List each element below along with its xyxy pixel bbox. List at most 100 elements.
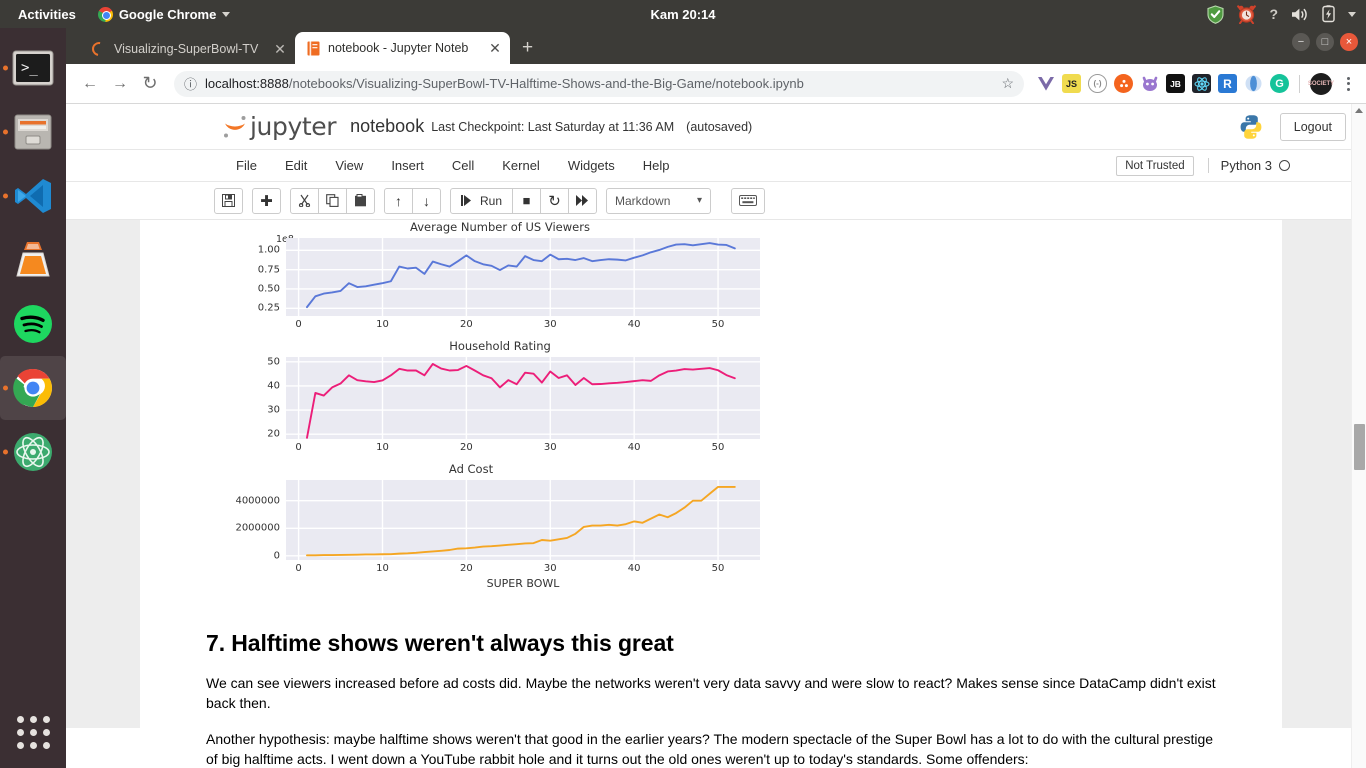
activities-button[interactable]: Activities [10, 7, 84, 22]
menu-insert[interactable]: Insert [377, 158, 438, 173]
y-tick-label: 0.25 [257, 302, 280, 314]
move-cell-up-button[interactable]: ↑ [384, 187, 413, 214]
jupyter-crescent-icon [222, 114, 248, 140]
chart-title: Ad Cost [448, 462, 494, 476]
x-tick-label: 10 [376, 442, 389, 453]
cell-type-select[interactable]: Markdown ▾ [606, 187, 712, 214]
run-button[interactable]: Run [450, 187, 514, 214]
forward-button[interactable]: → [106, 70, 134, 98]
x-tick-label: 50 [711, 563, 725, 574]
back-button[interactable]: ← [76, 70, 104, 98]
dock-item-vlc[interactable] [0, 228, 66, 292]
avatar[interactable]: SOCIETY [1308, 72, 1334, 95]
new-tab-button[interactable]: + [522, 37, 533, 59]
x-tick-label: 20 [459, 563, 473, 574]
x-tick-label: 30 [543, 319, 557, 330]
chevron-down-icon: ▾ [696, 195, 703, 206]
plot-area-wrapper: 0.25 0.50 0.75 1.00 [240, 238, 760, 316]
menu-cell[interactable]: Cell [438, 158, 488, 173]
tab-visualizing-superbowl[interactable]: Visualizing-SuperBowl-TV ✕ [80, 34, 295, 64]
volume-icon[interactable] [1291, 7, 1309, 22]
y-tick-label: 20 [267, 428, 280, 440]
system-menu-caret-icon[interactable] [1348, 11, 1356, 17]
command-palette-button[interactable] [731, 187, 766, 214]
orange-extension-icon[interactable] [1114, 74, 1133, 93]
react-devtools-icon[interactable] [1192, 74, 1211, 93]
kebab-menu-icon[interactable] [1339, 76, 1356, 91]
plot-area-wrapper: 20 30 40 50 [240, 356, 760, 440]
menu-kernel[interactable]: Kernel [488, 158, 554, 173]
dock-item-terminal[interactable]: >_ [0, 36, 66, 100]
copy-button[interactable] [318, 187, 347, 214]
x-axis-title: SUPER BOWL [486, 577, 560, 590]
y-tick-label: 40 [267, 380, 280, 392]
reload-button[interactable]: ↻ [136, 70, 164, 98]
address-bar[interactable]: ⓘ localhost:8888 /notebooks/Visualizing-… [174, 70, 1024, 97]
insert-cell-below-button[interactable]: ✚ [252, 187, 281, 214]
chart-household-rating: Household Rating 20 30 40 50 0 10 20 30 40 50 [240, 339, 760, 456]
scroll-up-icon[interactable] [1355, 108, 1363, 113]
tab-notebook-jupyter[interactable]: notebook - Jupyter Noteb ✕ [295, 32, 510, 64]
close-icon[interactable]: ✕ [273, 41, 287, 58]
maximize-button[interactable]: □ [1316, 33, 1334, 51]
grid-icon [16, 715, 50, 749]
menu-edit[interactable]: Edit [271, 158, 321, 173]
close-button[interactable]: × [1340, 33, 1358, 51]
tab-strip: Visualizing-SuperBowl-TV ✕ notebook - Ju… [66, 28, 1366, 64]
scrollbar-thumb[interactable] [1354, 424, 1365, 470]
site-info-icon[interactable]: ⓘ [184, 74, 197, 93]
octocat-extension-icon[interactable] [1140, 74, 1159, 93]
save-button[interactable] [214, 187, 243, 214]
kernel-indicator[interactable]: Python 3 [1207, 158, 1290, 173]
close-icon[interactable]: ✕ [488, 40, 502, 57]
cut-button[interactable] [290, 187, 319, 214]
menu-help[interactable]: Help [629, 158, 684, 173]
opera-extension-icon[interactable] [1244, 74, 1263, 93]
chart-average-viewers: Average Number of US Viewers 1e8 0.25 0.5… [240, 220, 760, 333]
y-tick-label: 0.50 [257, 283, 280, 295]
wappalyzer-icon[interactable]: (-) [1088, 74, 1107, 93]
menu-widgets[interactable]: Widgets [554, 158, 629, 173]
bookmark-star-icon[interactable]: ☆ [993, 75, 1014, 92]
clock[interactable]: Kam 20:14 [650, 7, 715, 22]
x-axis-labels: 0 10 20 30 40 50 [286, 439, 760, 456]
jetbrains-toolbox-icon[interactable]: JB [1166, 74, 1185, 93]
running-indicator [3, 193, 8, 199]
section-heading: 7. Halftime shows weren't always this gr… [206, 630, 674, 656]
menu-view[interactable]: View [321, 158, 377, 173]
r-extension-icon[interactable]: R [1218, 74, 1237, 93]
dock-item-files[interactable] [0, 100, 66, 164]
restart-run-all-button[interactable] [568, 187, 598, 214]
dock-item-vscode[interactable] [0, 164, 66, 228]
page-scrollbar[interactable] [1351, 104, 1366, 768]
grammarly-icon[interactable]: G [1270, 74, 1289, 93]
dock-item-spotify[interactable] [0, 292, 66, 356]
notebook-name[interactable]: notebook [350, 116, 424, 137]
shield-icon[interactable] [1207, 4, 1224, 24]
trust-badge[interactable]: Not Trusted [1116, 155, 1194, 176]
dock-item-atom[interactable] [0, 420, 66, 484]
extensions-bar: JS (-) JB R G SOCIETY [1032, 72, 1356, 95]
app-menu-chrome[interactable]: Google Chrome [97, 6, 231, 22]
javascript-extension-icon[interactable]: JS [1062, 74, 1081, 93]
interrupt-kernel-button[interactable]: ■ [512, 187, 542, 214]
dock-item-chrome[interactable] [0, 356, 66, 420]
toolbar-group-move: ↑ ↓ [384, 187, 441, 214]
jupyter-logo[interactable]: jupyter [222, 112, 337, 141]
logout-button[interactable]: Logout [1279, 112, 1346, 141]
alarm-clock-icon[interactable] [1237, 4, 1257, 24]
minimize-button[interactable]: − [1292, 33, 1310, 51]
toolbar-group-save [214, 187, 243, 214]
kernel-name: Python 3 [1220, 158, 1272, 173]
paste-button[interactable] [346, 187, 375, 214]
restart-kernel-button[interactable]: ↻ [540, 187, 570, 214]
move-cell-down-button[interactable]: ↓ [412, 187, 441, 214]
show-applications-button[interactable] [0, 702, 66, 762]
battery-icon[interactable] [1322, 5, 1335, 23]
paragraph-1: We can see viewers increased before ad c… [206, 675, 1216, 711]
running-indicator [3, 129, 8, 135]
vue-devtools-icon[interactable] [1036, 74, 1055, 93]
help-icon[interactable]: ? [1269, 6, 1278, 22]
menu-file[interactable]: File [222, 158, 271, 173]
toolbar-group-run: Run ■ ↻ [450, 187, 598, 214]
